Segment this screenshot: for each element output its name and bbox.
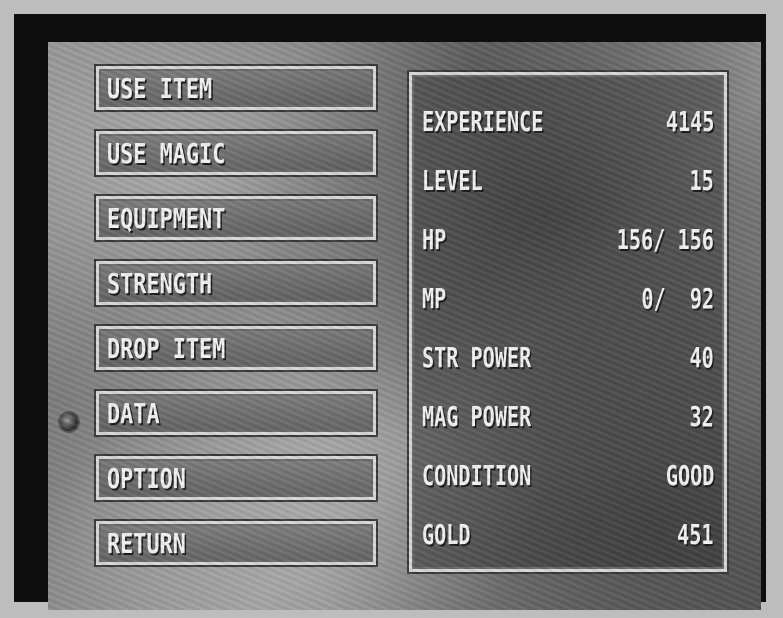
stat-row-hp: HP 156/ 156 — [422, 223, 714, 263]
game-screen: USE ITEM USE MAGIC EQUIPMENT STRENGTH DR… — [14, 14, 766, 610]
stat-label: MAG POWER — [422, 400, 532, 433]
menu-item-label: USE ITEM — [107, 72, 213, 105]
menu-item-use-item[interactable]: USE ITEM — [94, 64, 378, 112]
stat-value: 451 — [677, 518, 714, 551]
stat-row-str-power: STR POWER 40 — [422, 341, 714, 381]
menu-item-label: RETURN — [107, 527, 186, 560]
menu-item-option[interactable]: OPTION — [94, 454, 378, 502]
menu-item-equipment[interactable]: EQUIPMENT — [94, 194, 378, 242]
stat-value: 32 — [689, 400, 714, 433]
stat-row-level: LEVEL 15 — [422, 164, 714, 204]
menu-item-label: DROP ITEM — [107, 332, 226, 365]
menu-item-label: OPTION — [107, 462, 186, 495]
stat-value: 156/ 156 — [616, 223, 714, 256]
menu-item-use-magic[interactable]: USE MAGIC — [94, 129, 378, 177]
screen-bezel: USE ITEM USE MAGIC EQUIPMENT STRENGTH DR… — [0, 0, 783, 618]
stat-value: GOOD — [665, 459, 714, 492]
stat-value: 4145 — [665, 105, 714, 138]
menu-item-label: STRENGTH — [107, 267, 213, 300]
menu-item-data[interactable]: DATA — [94, 389, 378, 437]
stat-label: EXPERIENCE — [422, 105, 544, 138]
stat-row-condition: CONDITION GOOD — [422, 459, 714, 499]
stat-row-gold: GOLD 451 — [422, 518, 714, 558]
stat-row-experience: EXPERIENCE 4145 — [422, 105, 714, 145]
menu-item-strength[interactable]: STRENGTH — [94, 259, 378, 307]
stat-value: 40 — [689, 341, 714, 374]
menu-item-drop-item[interactable]: DROP ITEM — [94, 324, 378, 372]
menu-background: USE ITEM USE MAGIC EQUIPMENT STRENGTH DR… — [48, 42, 761, 610]
menu-item-label: EQUIPMENT — [107, 202, 226, 235]
character-stats-panel: EXPERIENCE 4145 LEVEL 15 HP 156/ 156 MP … — [407, 70, 729, 574]
menu-item-label: USE MAGIC — [107, 137, 226, 170]
menu-item-label: DATA — [107, 397, 160, 430]
menu-item-return[interactable]: RETURN — [94, 519, 378, 567]
stat-label: GOLD — [422, 518, 471, 551]
stat-label: HP — [422, 223, 447, 256]
stat-value: 0/ 92 — [641, 282, 714, 315]
stat-label: STR POWER — [422, 341, 532, 374]
stat-value: 15 — [689, 164, 714, 197]
stat-label: LEVEL — [422, 164, 483, 197]
stat-row-mag-power: MAG POWER 32 — [422, 400, 714, 440]
command-menu: USE ITEM USE MAGIC EQUIPMENT STRENGTH DR… — [94, 64, 378, 586]
selection-orb-icon — [58, 411, 80, 433]
stat-label: MP — [422, 282, 447, 315]
stat-row-mp: MP 0/ 92 — [422, 282, 714, 322]
stat-label: CONDITION — [422, 459, 532, 492]
